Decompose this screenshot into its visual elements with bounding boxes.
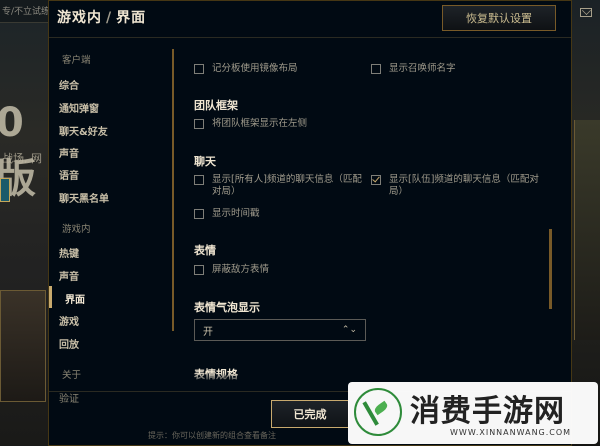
- background-art: [574, 120, 600, 340]
- section-title-team-frame: 团队框架: [194, 99, 238, 112]
- sidebar-item-chat-friends[interactable]: 聊天&好友: [59, 123, 108, 138]
- sidebar-item-interface[interactable]: 界面: [65, 291, 85, 306]
- label-mirror-layout: 记分板使用镜像布局: [212, 63, 298, 74]
- sidebar-item-ingame-sound[interactable]: 声音: [59, 268, 79, 283]
- background-button: [0, 178, 10, 202]
- option-mirror-layout[interactable]: 记分板使用镜像布局: [194, 63, 298, 75]
- sidebar-item-notifications[interactable]: 通知弹窗: [59, 100, 99, 115]
- header-divider: [49, 37, 571, 38]
- background-right: [572, 0, 600, 446]
- mail-icon[interactable]: [580, 8, 592, 17]
- section-title-emotes: 表情: [194, 244, 216, 257]
- sidebar-item-replays[interactable]: 回放: [59, 336, 79, 351]
- done-button[interactable]: 已完成: [271, 400, 349, 428]
- option-all-chat[interactable]: 显示[所有人]频道的聊天信息（匹配对局）: [194, 174, 369, 198]
- sidebar-divider: [172, 49, 174, 331]
- footnote-text: 提示：你可以创建新的组合查看备注: [148, 431, 276, 440]
- settings-dialog: 游戏内 / 界面 恢复默认设置 客户端 综合 通知弹窗 聊天&好友 声音 语音 聊天…: [48, 0, 572, 446]
- title-current: 界面: [116, 10, 147, 26]
- sidebar-item-chat-blacklist[interactable]: 聊天黑名单: [59, 190, 109, 205]
- watermark: 消费手游网 WWW.XINNANWANG.COM: [348, 382, 598, 444]
- background-banner-sub: 战场, 网: [2, 152, 42, 165]
- checkbox-party-chat[interactable]: [371, 175, 381, 185]
- sidebar-item-verify[interactable]: 验证: [59, 390, 79, 405]
- page-title: 游戏内 / 界面: [57, 7, 146, 27]
- sidebar-item-game[interactable]: 游戏: [59, 313, 79, 328]
- section-title-chat: 聊天: [194, 155, 216, 168]
- label-timestamp: 显示时间戳: [212, 208, 260, 219]
- checkbox-mirror-layout[interactable]: [194, 64, 204, 74]
- emote-bubble-value: 开: [203, 326, 213, 338]
- checkbox-all-chat[interactable]: [194, 175, 204, 185]
- section-title-emote-bubble: 表情气泡显示: [194, 301, 260, 314]
- title-prefix: 游戏内: [57, 10, 102, 26]
- option-show-summoner-names[interactable]: 显示召唤师名字: [371, 63, 456, 75]
- sidebar-item-hotkeys[interactable]: 热键: [59, 245, 79, 260]
- sidebar-section-ingame: 游戏内: [62, 224, 91, 235]
- emote-bubble-select[interactable]: 开 ⌃⌄: [194, 319, 366, 341]
- background-crumb: 专/不立试练: [2, 7, 51, 17]
- checkbox-team-frame-left[interactable]: [194, 119, 204, 129]
- label-all-chat: 显示[所有人]频道的聊天信息（匹配对局）: [212, 174, 362, 197]
- sidebar-active-marker: [49, 286, 52, 308]
- checkbox-mute-enemy-emotes[interactable]: [194, 265, 204, 275]
- sidebar-item-client-sound[interactable]: 声音: [59, 145, 79, 160]
- chevron-updown-icon: ⌃⌄: [341, 325, 357, 335]
- watermark-text: 消费手游网: [410, 394, 565, 429]
- label-show-summoner-names: 显示召唤师名字: [389, 63, 456, 74]
- option-team-frame-left[interactable]: 将团队框架显示在左侧: [194, 118, 307, 130]
- restore-defaults-button[interactable]: 恢复默认设置: [442, 5, 556, 31]
- background-ribbon: 专/不立试练: [0, 0, 50, 23]
- option-mute-enemy-emotes[interactable]: 屏蔽敌方表情: [194, 264, 269, 276]
- title-separator: /: [106, 10, 113, 26]
- sidebar-section-about: 关于: [62, 370, 82, 381]
- background-left: 专/不立试练 0版 战场, 网: [0, 0, 50, 446]
- sidebar-item-voice[interactable]: 语音: [59, 167, 79, 182]
- content-scrollbar[interactable]: [549, 229, 552, 309]
- sidebar-item-general[interactable]: 综合: [59, 77, 79, 92]
- settings-content: 记分板使用镜像布局 显示召唤师名字 团队框架 将团队框架显示在左侧 聊天 显示[…: [189, 45, 549, 381]
- label-team-frame-left: 将团队框架显示在左侧: [212, 118, 308, 129]
- settings-sidebar: 客户端 综合 通知弹窗 聊天&好友 声音 语音 聊天黑名单 游戏内 热键 声音 …: [49, 45, 169, 405]
- option-party-chat[interactable]: 显示[队伍]频道的聊天信息（匹配对局）: [371, 174, 541, 198]
- leaf-logo-icon: [354, 388, 402, 436]
- label-mute-enemy-emotes: 屏蔽敌方表情: [212, 264, 270, 275]
- label-party-chat: 显示[队伍]频道的聊天信息（匹配对局）: [389, 174, 539, 197]
- sidebar-section-client: 客户端: [62, 55, 91, 66]
- watermark-url: WWW.XINNANWANG.COM: [450, 428, 572, 437]
- checkbox-show-summoner-names[interactable]: [371, 64, 381, 74]
- option-timestamp[interactable]: 显示时间戳: [194, 208, 260, 220]
- background-portrait: [0, 290, 46, 402]
- checkbox-timestamp[interactable]: [194, 209, 204, 219]
